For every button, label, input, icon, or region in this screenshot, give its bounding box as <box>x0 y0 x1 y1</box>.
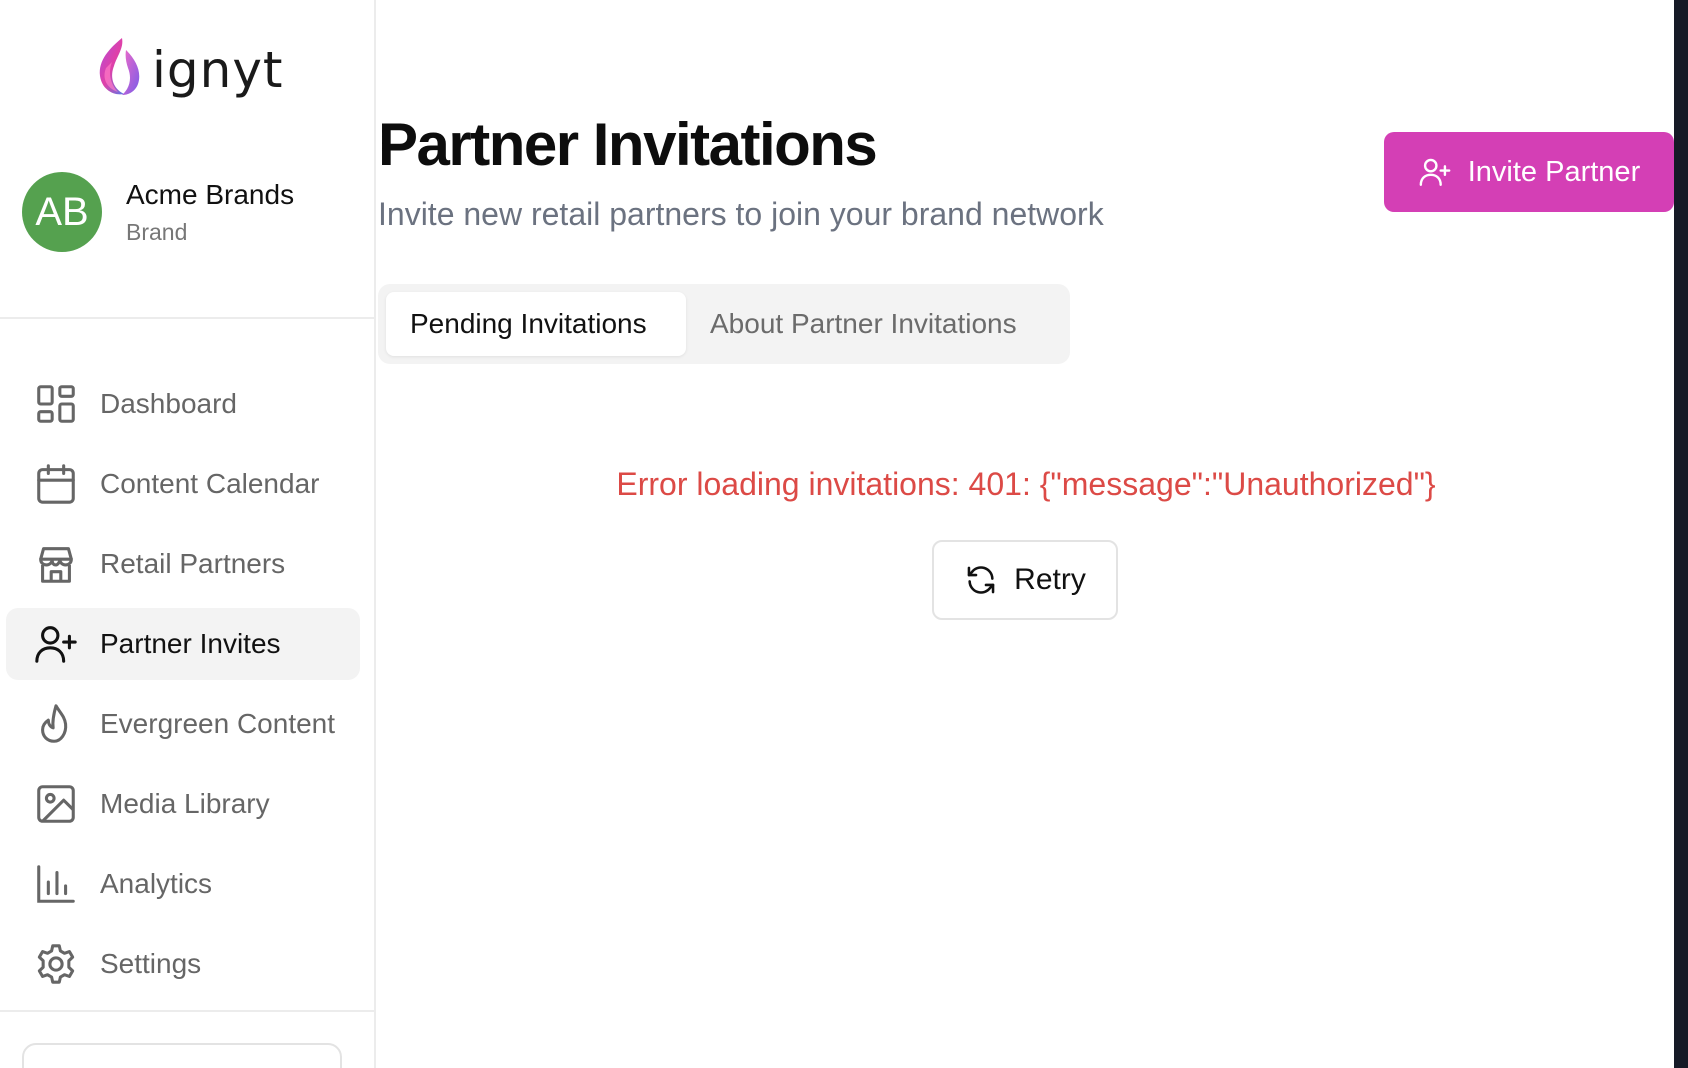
user-plus-icon <box>32 620 80 668</box>
retry-label: Retry <box>1014 563 1086 596</box>
sidebar-divider-bottom <box>0 1010 376 1012</box>
sidebar: ignyt AB Acme Brands Brand Dashboard Con… <box>0 0 376 1068</box>
flame-icon <box>32 700 80 748</box>
app-window: ignyt AB Acme Brands Brand Dashboard Con… <box>0 0 1688 1068</box>
profile-role: Brand <box>126 218 188 245</box>
invite-partner-button[interactable]: Invite Partner <box>1384 132 1674 212</box>
profile-name: Acme Brands <box>126 178 295 210</box>
sidebar-divider <box>0 317 376 319</box>
tab-about-partner-invitations[interactable]: About Partner Invitations <box>686 292 1041 356</box>
sidebar-item-analytics[interactable]: Analytics <box>6 848 360 920</box>
tab-pending-invitations[interactable]: Pending Invitations <box>386 292 686 356</box>
main-content: Partner Invitations Invite new retail pa… <box>378 0 1674 1068</box>
sidebar-item-settings[interactable]: Settings <box>6 928 360 1000</box>
gear-icon <box>32 940 80 988</box>
grid-icon <box>32 380 80 428</box>
sidebar-item-label: Settings <box>100 948 202 979</box>
refresh-icon <box>967 566 995 594</box>
sidebar-bottom-card[interactable] <box>22 1043 342 1068</box>
sidebar-item-media-library[interactable]: Media Library <box>6 768 360 840</box>
store-icon <box>32 540 80 588</box>
sidebar-item-label: Content Calendar <box>100 468 320 499</box>
error-message: Error loading invitations: 401: {"messag… <box>616 466 1436 502</box>
sidebar-item-label: Partner Invites <box>100 628 281 659</box>
sidebar-item-label: Retail Partners <box>100 548 286 579</box>
sidebar-item-evergreen-content[interactable]: Evergreen Content <box>6 688 360 760</box>
tab-list: Pending Invitations About Partner Invita… <box>378 284 1070 364</box>
bar-chart-icon <box>32 860 80 908</box>
invite-partner-label: Invite Partner <box>1467 155 1641 188</box>
image-icon <box>32 780 80 828</box>
sidebar-item-label: Evergreen Content <box>100 708 336 739</box>
sidebar-item-partner-invites[interactable]: Partner Invites <box>6 608 360 680</box>
page-title: Partner Invitations <box>378 111 878 178</box>
page-subtitle: Invite new retail partners to join your … <box>378 196 1104 232</box>
profile-card[interactable]: AB Acme Brands Brand <box>22 172 294 252</box>
sidebar-item-label: Analytics <box>100 868 213 899</box>
user-plus-icon <box>1419 158 1451 186</box>
brand-logo[interactable]: ignyt <box>92 34 284 100</box>
profile-info: Acme Brands Brand <box>126 179 294 246</box>
flame-logo-icon <box>99 38 140 95</box>
logo-text: ignyt <box>152 41 284 99</box>
window-edge <box>1674 0 1688 1068</box>
retry-button[interactable]: Retry <box>932 540 1118 620</box>
sidebar-item-retail-partners[interactable]: Retail Partners <box>6 528 360 600</box>
calendar-icon <box>32 460 80 508</box>
sidebar-item-label: Media Library <box>100 788 270 819</box>
sidebar-item-dashboard[interactable]: Dashboard <box>6 368 360 440</box>
avatar: AB <box>22 172 102 252</box>
sidebar-item-label: Dashboard <box>100 388 237 419</box>
sidebar-item-content-calendar[interactable]: Content Calendar <box>6 448 360 520</box>
